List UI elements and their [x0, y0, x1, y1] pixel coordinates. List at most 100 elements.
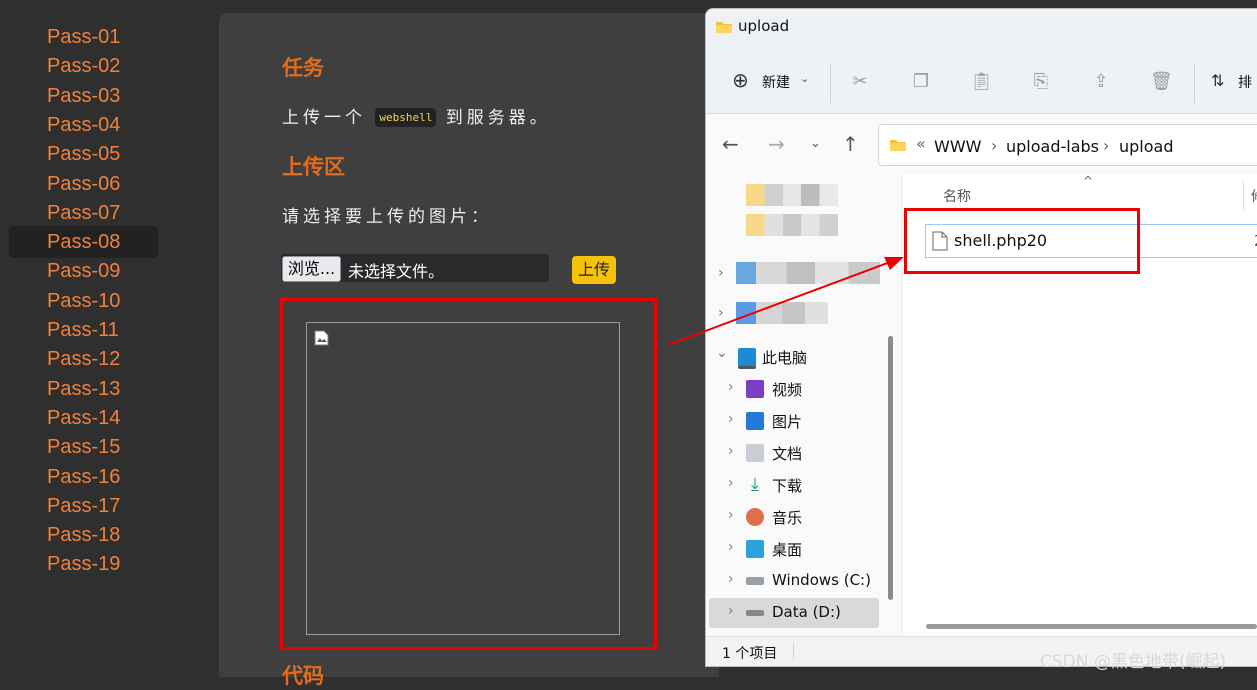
breadcrumb-upload-labs[interactable]: upload-labs [1006, 137, 1099, 156]
upload-button[interactable]: 上传 [572, 256, 616, 284]
quick-access-item[interactable] [746, 214, 838, 236]
sidebar-item-pass-16[interactable]: Pass-16 [47, 465, 120, 489]
sidebar-item-pass-08[interactable]: Pass-08 [47, 230, 120, 254]
download-icon: ⤓ [751, 474, 759, 495]
sidebar-item-pass-05[interactable]: Pass-05 [47, 142, 120, 166]
nav-desktop[interactable]: › 桌面 [706, 534, 901, 564]
watermark: CSDN @黑色地带(崛起) [1040, 652, 1227, 672]
column-header-modified[interactable]: 修 [1251, 186, 1257, 206]
file-highlight-box [904, 208, 1140, 274]
new-button[interactable]: ⊕ 新建 ⌄ [732, 68, 824, 95]
sidebar-item-pass-03[interactable]: Pass-03 [47, 84, 120, 108]
sidebar-item-pass-06[interactable]: Pass-06 [47, 172, 120, 196]
sidebar-item-pass-14[interactable]: Pass-14 [47, 406, 120, 430]
file-explorer-window: upload ⊕ 新建 ⌄ ✂ ❐ 📋︎ ⎘ ⇪ 🗑︎ ⇅ 排 ← → ⌄ ↑ … [705, 8, 1257, 667]
breadcrumb-overflow[interactable]: « [916, 134, 926, 153]
drive-icon [746, 577, 764, 585]
forward-arrow-icon[interactable]: → [768, 132, 785, 156]
nav-drive-c[interactable]: › Windows (C:) [706, 566, 901, 596]
rename-icon[interactable]: ⎘ [1030, 71, 1052, 93]
address-bar[interactable]: « WWW › upload-labs › upload [878, 124, 1257, 166]
share-icon[interactable]: ⇪ [1090, 71, 1112, 93]
toolbar-divider [830, 63, 831, 103]
task-description: 上传一个 webshell 到服务器。 [282, 103, 551, 128]
nav-scrollbar[interactable] [888, 336, 893, 600]
chevron-right-icon: › [728, 379, 734, 395]
nav-label: 视频 [772, 381, 803, 399]
task-text-post: 到服务器。 [445, 108, 551, 128]
window-title: upload [738, 17, 790, 35]
navigation-pane: › › ⌄ 此电脑 › 视频 › 图片 › 文档 › ⤓ 下载 › 音乐 › 桌… [706, 174, 901, 636]
task-text-pre: 上传一个 [282, 108, 366, 128]
recent-chevron-icon[interactable]: ⌄ [810, 136, 821, 151]
sidebar-item-pass-01[interactable]: Pass-01 [47, 25, 120, 49]
sidebar-item-pass-15[interactable]: Pass-15 [47, 435, 120, 459]
code-heading: 代码 [282, 664, 324, 688]
new-label: 新建 [762, 75, 790, 91]
sidebar-item-pass-02[interactable]: Pass-02 [47, 54, 120, 78]
nav-downloads[interactable]: › ⤓ 下载 [706, 470, 901, 500]
sort-icon[interactable]: ⇅ [1211, 71, 1224, 90]
cloud-item[interactable] [736, 262, 880, 284]
nav-label: Data (D:) [772, 603, 841, 621]
nav-music[interactable]: › 音乐 [706, 502, 901, 532]
chevron-right-icon: › [728, 603, 734, 619]
quick-access-item[interactable] [746, 184, 838, 206]
nav-documents[interactable]: › 文档 [706, 438, 901, 468]
horizontal-scrollbar[interactable] [926, 624, 1257, 629]
breadcrumb-upload[interactable]: upload [1119, 137, 1174, 156]
nav-label: 图片 [772, 413, 803, 431]
computer-icon [738, 348, 756, 369]
breadcrumb-separator-icon: › [1103, 136, 1110, 155]
sidebar-item-pass-12[interactable]: Pass-12 [47, 347, 120, 371]
breadcrumb-separator-icon: › [991, 136, 998, 155]
folder-icon [890, 140, 906, 151]
sidebar-item-pass-17[interactable]: Pass-17 [47, 494, 120, 518]
browse-button[interactable]: 浏览... [282, 256, 341, 282]
sort-ascending-icon: ^ [1083, 174, 1094, 188]
nav-label: 文档 [772, 445, 803, 463]
back-arrow-icon[interactable]: ← [722, 132, 739, 156]
column-header-name[interactable]: 名称 [943, 186, 971, 206]
status-divider [793, 643, 794, 659]
sidebar-item-pass-19[interactable]: Pass-19 [47, 552, 120, 576]
breadcrumb-www[interactable]: WWW [934, 137, 981, 156]
copy-icon[interactable]: ❐ [910, 71, 932, 93]
upload-heading: 上传区 [282, 155, 345, 179]
paste-icon[interactable]: 📋︎ [970, 71, 993, 93]
nav-this-pc[interactable]: ⌄ 此电脑 [706, 342, 901, 372]
nav-pictures[interactable]: › 图片 [706, 406, 901, 436]
nav-drive-d[interactable]: › Data (D:) [709, 598, 879, 628]
item-count: 1 个项目 [722, 646, 778, 662]
expand-chevron-icon[interactable]: › [718, 305, 724, 321]
cut-icon[interactable]: ✂ [849, 71, 871, 93]
nav-videos[interactable]: › 视频 [706, 374, 901, 404]
expand-chevron-icon[interactable]: › [718, 265, 724, 281]
sidebar-item-pass-07[interactable]: Pass-07 [47, 201, 120, 225]
sidebar-item-pass-18[interactable]: Pass-18 [47, 523, 120, 547]
nav-label: Windows (C:) [772, 571, 871, 589]
sidebar-item-pass-10[interactable]: Pass-10 [47, 289, 120, 313]
drive-icon [746, 610, 764, 616]
no-file-selected-text: 未选择文件。 [348, 262, 445, 281]
preview-highlight-box [280, 298, 657, 650]
column-divider[interactable] [1243, 180, 1244, 210]
sidebar-item-pass-13[interactable]: Pass-13 [47, 377, 120, 401]
delete-icon[interactable]: 🗑︎ [1150, 71, 1173, 93]
chevron-right-icon: › [728, 475, 734, 491]
network-item[interactable] [736, 302, 828, 324]
choose-image-text: 请选择要上传的图片： [282, 207, 492, 227]
sidebar-item-pass-11[interactable]: Pass-11 [47, 318, 119, 342]
sidebar-item-pass-04[interactable]: Pass-04 [47, 113, 120, 137]
document-icon [746, 444, 764, 462]
chevron-down-icon: ⌄ [800, 72, 810, 85]
up-arrow-icon[interactable]: ↑ [842, 132, 859, 156]
chevron-right-icon: › [728, 411, 734, 427]
sidebar-item-pass-09[interactable]: Pass-09 [47, 259, 120, 283]
address-bar-row: ← → ⌄ ↑ « WWW › upload-labs › upload [706, 114, 1257, 174]
nav-label: 下载 [772, 477, 803, 495]
chevron-down-icon: ⌄ [716, 345, 728, 361]
music-icon [746, 508, 764, 526]
plus-icon: ⊕ [732, 68, 749, 92]
sort-label[interactable]: 排 [1238, 72, 1252, 92]
